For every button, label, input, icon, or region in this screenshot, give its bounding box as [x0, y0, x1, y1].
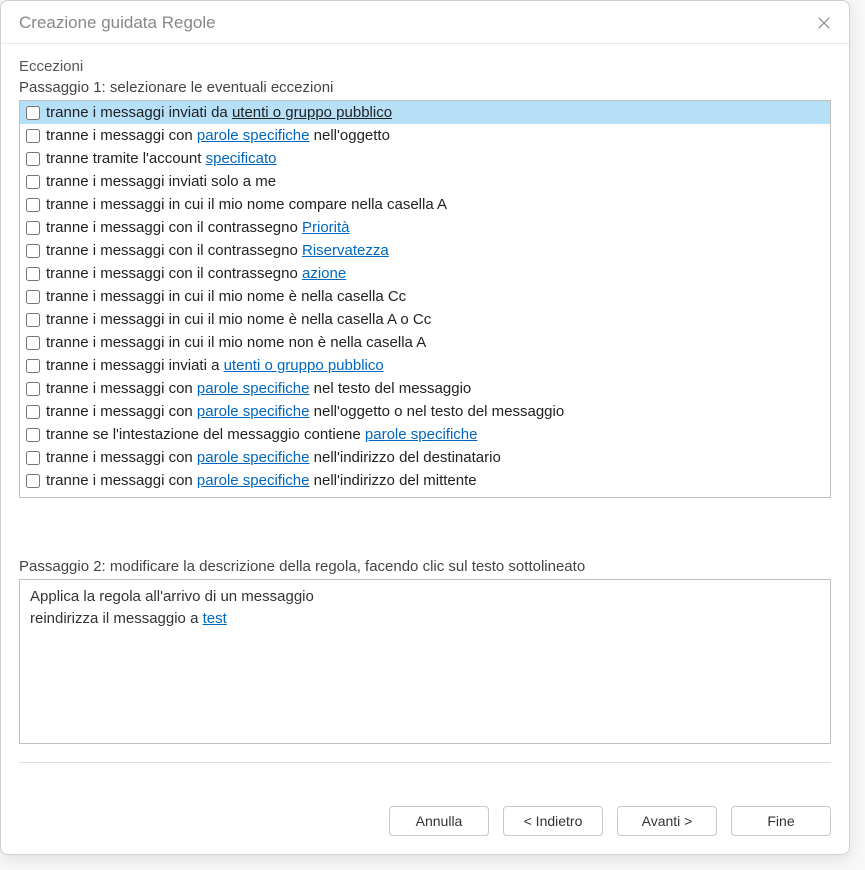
- next-button[interactable]: Avanti >: [617, 806, 717, 836]
- exception-link[interactable]: parole specifiche: [197, 449, 310, 466]
- exception-text: tranne i messaggi con il contrassegno az…: [46, 263, 346, 284]
- exception-checkbox[interactable]: [26, 497, 40, 499]
- exception-item[interactable]: tranne i messaggi appartenenti alla cate…: [20, 492, 830, 498]
- exception-text: tranne i messaggi in cui il mio nome è n…: [46, 286, 406, 307]
- exception-checkbox[interactable]: [26, 244, 40, 258]
- step2-label: Passaggio 2: modificare la descrizione d…: [19, 558, 831, 575]
- cancel-button[interactable]: Annulla: [389, 806, 489, 836]
- exception-checkbox[interactable]: [26, 474, 40, 488]
- exception-text: tranne i messaggi con parole specifiche …: [46, 125, 390, 146]
- finish-button[interactable]: Fine: [731, 806, 831, 836]
- rule-description-line: Applica la regola all'arrivo di un messa…: [30, 586, 820, 608]
- exception-item[interactable]: tranne i messaggi in cui il mio nome è n…: [20, 285, 830, 308]
- exception-checkbox[interactable]: [26, 405, 40, 419]
- titlebar: Creazione guidata Regole: [1, 1, 849, 44]
- exception-checkbox[interactable]: [26, 129, 40, 143]
- exception-item[interactable]: tranne i messaggi con parole specifiche …: [20, 469, 830, 492]
- exception-link[interactable]: azione: [302, 265, 346, 282]
- exception-text: tranne i messaggi appartenenti alla cate…: [46, 493, 415, 498]
- exception-link[interactable]: parole specifiche: [197, 127, 310, 144]
- rules-wizard-dialog: Creazione guidata Regole Eccezioni Passa…: [0, 0, 850, 855]
- exception-link[interactable]: parole specifiche: [365, 426, 478, 443]
- dialog-content: Eccezioni Passaggio 1: selezionare le ev…: [1, 44, 849, 806]
- exception-item[interactable]: tranne i messaggi in cui il mio nome non…: [20, 331, 830, 354]
- step1-label: Passaggio 1: selezionare le eventuali ec…: [19, 79, 831, 96]
- exception-text: tranne i messaggi inviati solo a me: [46, 171, 276, 192]
- exception-item[interactable]: tranne se l'intestazione del messaggio c…: [20, 423, 830, 446]
- exception-checkbox[interactable]: [26, 175, 40, 189]
- exception-link[interactable]: utenti o gruppo pubblico: [224, 357, 384, 374]
- exception-item[interactable]: tranne i messaggi inviati da utenti o gr…: [20, 101, 830, 124]
- exception-checkbox[interactable]: [26, 267, 40, 281]
- exception-checkbox[interactable]: [26, 198, 40, 212]
- exception-item[interactable]: tranne i messaggi con parole specifiche …: [20, 400, 830, 423]
- exception-checkbox[interactable]: [26, 313, 40, 327]
- exception-item[interactable]: tranne i messaggi con il contrassegno Pr…: [20, 216, 830, 239]
- exception-text: tranne i messaggi con parole specifiche …: [46, 470, 477, 491]
- rule-description-box[interactable]: Applica la regola all'arrivo di un messa…: [19, 579, 831, 744]
- exception-item[interactable]: tranne i messaggi con il contrassegno Ri…: [20, 239, 830, 262]
- exception-text: tranne i messaggi con parole specifiche …: [46, 447, 501, 468]
- exception-link[interactable]: Riservatezza: [302, 242, 389, 259]
- exception-checkbox[interactable]: [26, 106, 40, 120]
- exception-text: tranne tramite l'account specificato: [46, 148, 276, 169]
- exceptions-listbox[interactable]: tranne i messaggi inviati da utenti o gr…: [19, 100, 831, 498]
- rule-description-link[interactable]: test: [203, 610, 227, 627]
- exception-item[interactable]: tranne i messaggi in cui il mio nome è n…: [20, 308, 830, 331]
- window-title: Creazione guidata Regole: [19, 13, 216, 33]
- close-icon[interactable]: [815, 14, 833, 32]
- exception-text: tranne se l'intestazione del messaggio c…: [46, 424, 477, 445]
- rule-description-line: reindirizza il messaggio a test: [30, 608, 820, 630]
- exception-checkbox[interactable]: [26, 451, 40, 465]
- exception-item[interactable]: tranne i messaggi con parole specifiche …: [20, 377, 830, 400]
- exception-link[interactable]: parole specifiche: [197, 403, 310, 420]
- exception-item[interactable]: tranne i messaggi in cui il mio nome com…: [20, 193, 830, 216]
- exception-text: tranne i messaggi con parole specifiche …: [46, 401, 564, 422]
- exception-link[interactable]: parole specifiche: [197, 472, 310, 489]
- exception-checkbox[interactable]: [26, 382, 40, 396]
- exception-item[interactable]: tranne tramite l'account specificato: [20, 147, 830, 170]
- exception-link[interactable]: Priorità: [302, 219, 350, 236]
- step2-area: Passaggio 2: modificare la descrizione d…: [19, 558, 831, 744]
- back-button[interactable]: < Indietro: [503, 806, 603, 836]
- footer-separator: [19, 762, 831, 763]
- exception-item[interactable]: tranne i messaggi con parole specifiche …: [20, 124, 830, 147]
- exception-checkbox[interactable]: [26, 290, 40, 304]
- exception-checkbox[interactable]: [26, 428, 40, 442]
- exception-text: tranne i messaggi inviati da utenti o gr…: [46, 102, 392, 123]
- exception-text: tranne i messaggi inviati a utenti o gru…: [46, 355, 384, 376]
- exception-link[interactable]: utenti o gruppo pubblico: [232, 104, 392, 121]
- exception-text: tranne i messaggi in cui il mio nome è n…: [46, 309, 431, 330]
- exception-text: tranne i messaggi con il contrassegno Pr…: [46, 217, 350, 238]
- exception-text: tranne i messaggi in cui il mio nome com…: [46, 194, 447, 215]
- exception-text: tranne i messaggi con il contrassegno Ri…: [46, 240, 389, 261]
- exception-item[interactable]: tranne i messaggi inviati a utenti o gru…: [20, 354, 830, 377]
- exception-checkbox[interactable]: [26, 336, 40, 350]
- exception-link[interactable]: parole specifiche: [197, 380, 310, 397]
- exception-text: tranne i messaggi con parole specifiche …: [46, 378, 471, 399]
- exception-item[interactable]: tranne i messaggi inviati solo a me: [20, 170, 830, 193]
- exceptions-heading: Eccezioni: [19, 58, 831, 75]
- exception-text: tranne i messaggi in cui il mio nome non…: [46, 332, 426, 353]
- dialog-footer: Annulla < Indietro Avanti > Fine: [1, 806, 849, 854]
- exception-item[interactable]: tranne i messaggi con il contrassegno az…: [20, 262, 830, 285]
- exception-checkbox[interactable]: [26, 221, 40, 235]
- exception-checkbox[interactable]: [26, 152, 40, 166]
- exception-item[interactable]: tranne i messaggi con parole specifiche …: [20, 446, 830, 469]
- exception-checkbox[interactable]: [26, 359, 40, 373]
- exception-link[interactable]: Categoria: [350, 495, 415, 498]
- exception-link[interactable]: specificato: [206, 150, 277, 167]
